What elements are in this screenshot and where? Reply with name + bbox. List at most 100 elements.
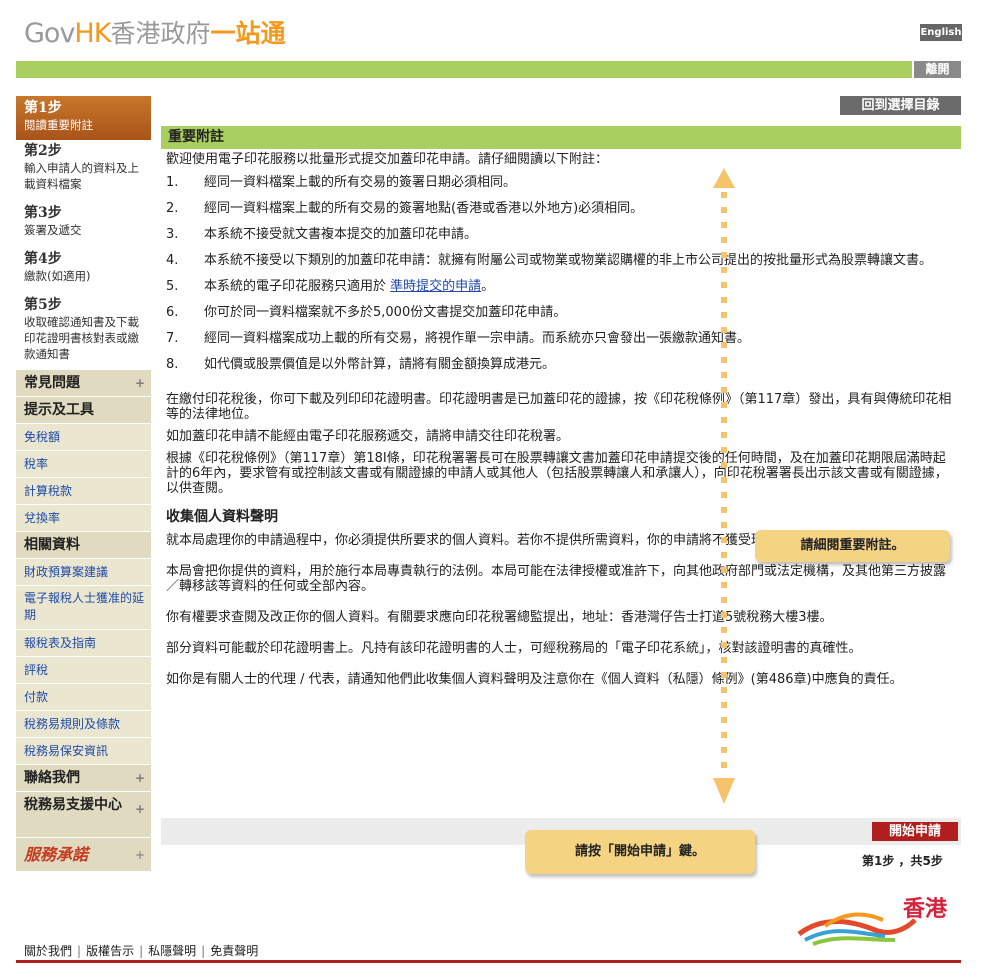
- note-number: 5.: [166, 279, 179, 294]
- logo-gov-text: Gov: [24, 18, 75, 49]
- note-text: 本系統不接受以下類別的加蓋印花申請：就擁有附屬公司或物業或物業認購權的非上市公司…: [204, 253, 933, 268]
- section-title: 重要附註: [161, 126, 961, 149]
- privacy-paragraph: 本局會把你提供的資料，用於施行本局專責執行的法例。本局可能在法律授權或准許下，向…: [166, 564, 947, 594]
- nav-tips-heading: 提示及工具: [16, 396, 151, 423]
- step-desc: 繳款(如適用): [24, 269, 91, 283]
- nav-faq[interactable]: 常見問題 +: [16, 369, 151, 396]
- expand-plus-icon[interactable]: +: [135, 370, 145, 397]
- step-desc: 簽署及遞交: [24, 223, 82, 237]
- step-title: 第3步: [24, 205, 62, 221]
- header: GovHK香港政府一站通 English: [0, 0, 981, 60]
- nav-contact-label: 聯絡我們: [24, 770, 80, 786]
- up-arrow-icon: [713, 168, 735, 188]
- note-number: 4.: [166, 253, 179, 268]
- note-item: 8. 如代價或股票價值是以外幣計算，請將有關金額換算成港元。: [166, 357, 956, 372]
- nav-related-label: 相關資料: [24, 537, 80, 553]
- footer-link-about[interactable]: 關於我們: [24, 944, 72, 958]
- sidebar-step-4: 第4步 繳款(如適用): [16, 248, 151, 294]
- note-text: 你可於同一資料檔案就不多於5,000份文書提交加蓋印花申請。: [204, 305, 567, 320]
- down-arrow-icon: [713, 778, 735, 804]
- nav-contact[interactable]: 聯絡我們 +: [16, 764, 151, 791]
- footer-link-copyright[interactable]: 版權告示: [86, 944, 134, 958]
- note-item: 3. 本系統不接受就文書複本提交的加蓋印花申請。: [166, 227, 956, 242]
- nav-item-extension[interactable]: 電子報稅人士獲准的延期: [16, 585, 151, 629]
- step-desc: 輸入申請人的資料及上載資料檔案: [24, 161, 139, 191]
- nav-item-payment[interactable]: 付款: [16, 683, 151, 710]
- leave-button[interactable]: 離開: [912, 61, 961, 78]
- scroll-indicator-arrows: [713, 168, 735, 804]
- footer-link-disclaimer[interactable]: 免責聲明: [210, 944, 258, 958]
- nav-item-budget[interactable]: 財政預算案建議: [16, 558, 151, 585]
- note-text: 經同一資料檔案成功上載的所有交易，將視作單一宗申請。而系統亦只會發出一張繳款通知…: [204, 331, 751, 346]
- note-item: 4. 本系統不接受以下類別的加蓋印花申請：就擁有附屬公司或物業或物業認購權的非上…: [166, 253, 956, 268]
- footer-links: 關於我們 | 版權告示 | 私隱聲明 | 免責聲明: [24, 942, 258, 959]
- nav-support-centre[interactable]: 稅務易支援中心 +: [16, 791, 151, 837]
- footer-separator: |: [201, 944, 206, 958]
- footer-link-privacy[interactable]: 私隱聲明: [148, 944, 196, 958]
- stamp-certificate-paragraph: 在繳付印花稅後，你可下載及列印印花證明書。印花證明書是已加蓋印花的證據，按《印花…: [166, 392, 952, 422]
- press-start-callout: 請按「開始申請」鍵。: [525, 830, 755, 874]
- privacy-paragraph: 部分資料可能載於印花證明書上。凡持有該印花證明書的人士，可經稅務局的「電子印花系…: [166, 641, 862, 656]
- nav-item-tax-return-guide[interactable]: 報稅表及指南: [16, 629, 151, 656]
- intro-text: 歡迎使用電子印花服務以批量形式提交加蓋印花申請。請仔細閱讀以下附註：: [166, 152, 609, 167]
- brand-hk-text: 香港: [903, 896, 948, 922]
- stamp-office-paragraph: 如加蓋印花申請不能經由電子印花服務遞交，請將申請交往印花稅署。: [166, 429, 570, 444]
- nav-support-label: 稅務易支援中心: [24, 797, 122, 813]
- start-application-button[interactable]: 開始申請: [872, 822, 958, 841]
- top-green-bar: [16, 61, 961, 78]
- note-item: 6. 你可於同一資料檔案就不多於5,000份文書提交加蓋印花申請。: [166, 305, 956, 320]
- main-content: 歡迎使用電子印花服務以批量形式提交加蓋印花申請。請仔細閱讀以下附註： 1. 經同…: [166, 152, 956, 703]
- sidebar-step-5: 第5步 收取確認通知書及下載印花證明書核對表或繳款通知書: [16, 294, 151, 369]
- sidebar: 第1步 閱讀重要附註 第2步 輸入申請人的資料及上載資料檔案 第3步 簽署及遞交…: [16, 96, 151, 871]
- nav-item-allowances[interactable]: 免稅額: [16, 423, 151, 450]
- privacy-paragraph: 如你是有關人士的代理 / 代表，請通知他們此收集個人資料聲明及注意你在《個人資料…: [166, 672, 903, 687]
- on-time-application-link[interactable]: 準時提交的申請: [390, 279, 481, 294]
- section-18i-paragraph: 根據《印花稅條例》（第117章）第18I條，印花稅署署長可在股票轉讓文書加蓋印花…: [166, 451, 948, 496]
- read-notes-callout: 請細閱重要附註。: [755, 530, 950, 562]
- back-to-menu-button[interactable]: 回到選擇目錄: [840, 96, 961, 115]
- step-desc: 收取確認通知書及下載印花證明書核對表或繳款通知書: [24, 315, 139, 361]
- note-number: 7.: [166, 331, 179, 346]
- note-text: 如代價或股票價值是以外幣計算，請將有關金額換算成港元。: [204, 357, 556, 372]
- step-desc: 閱讀重要附註: [24, 118, 93, 132]
- step-title: 第2步: [24, 143, 62, 159]
- nav-service-pledge[interactable]: 服務承諾 +: [16, 837, 151, 871]
- service-pledge-logo: 服務承諾: [24, 845, 89, 864]
- logo-cn-text-2: 一站通: [210, 19, 286, 48]
- nav-item-terms[interactable]: 稅務易規則及條款: [16, 710, 151, 737]
- expand-plus-icon[interactable]: +: [135, 838, 145, 872]
- english-button[interactable]: English: [920, 24, 962, 41]
- note-text: 本系統的電子印花服務只適用於 準時提交的申請。: [204, 279, 956, 294]
- sidebar-step-2: 第2步 輸入申請人的資料及上載資料檔案: [16, 140, 151, 202]
- nav-faq-label: 常見問題: [24, 375, 80, 391]
- note-item: 2. 經同一資料檔案上載的所有交易的簽署地點(香港或香港以外地方)必須相同。: [166, 201, 956, 216]
- note-text-suffix: 。: [481, 279, 495, 294]
- step-title: 第5步: [24, 297, 62, 313]
- note-item: 5. 本系統的電子印花服務只適用於 準時提交的申請。: [166, 279, 956, 294]
- note-text: 經同一資料檔案上載的所有交易的簽署日期必須相同。: [204, 175, 517, 190]
- expand-plus-icon[interactable]: +: [135, 765, 145, 792]
- expand-plus-icon[interactable]: +: [135, 800, 145, 819]
- nav-related-heading: 相關資料: [16, 531, 151, 558]
- brand-hong-kong-logo: 香港: [797, 896, 948, 946]
- step-title: 第1步: [24, 100, 62, 116]
- footer-divider: [16, 960, 961, 963]
- note-number: 3.: [166, 227, 179, 242]
- privacy-title: 收集個人資料聲明: [166, 509, 278, 525]
- sidebar-step-3: 第3步 簽署及遞交: [16, 202, 151, 248]
- note-number: 1.: [166, 175, 179, 190]
- nav-item-security[interactable]: 稅務易保安資訊: [16, 737, 151, 764]
- note-text: 本系統不接受就文書複本提交的加蓋印花申請。: [204, 227, 478, 242]
- sidebar-step-1: 第1步 閱讀重要附註: [16, 96, 151, 140]
- step-title: 第4步: [24, 251, 62, 267]
- nav-item-tax-calculator[interactable]: 計算稅款: [16, 477, 151, 504]
- step-counter: 第1步 ，共5步: [862, 854, 943, 868]
- note-number: 2.: [166, 201, 179, 216]
- privacy-paragraph: 你有權要求查閱及改正你的個人資料。有關要求應向印花稅署總監提出，地址：香港灣仔告…: [166, 610, 833, 625]
- govhk-logo[interactable]: GovHK香港政府一站通: [24, 14, 285, 50]
- nav-item-exchange-rate[interactable]: 兌換率: [16, 504, 151, 531]
- note-number: 6.: [166, 305, 179, 320]
- footer-separator: |: [139, 944, 144, 958]
- nav-item-assessment[interactable]: 評稅: [16, 656, 151, 683]
- nav-item-tax-rates[interactable]: 稅率: [16, 450, 151, 477]
